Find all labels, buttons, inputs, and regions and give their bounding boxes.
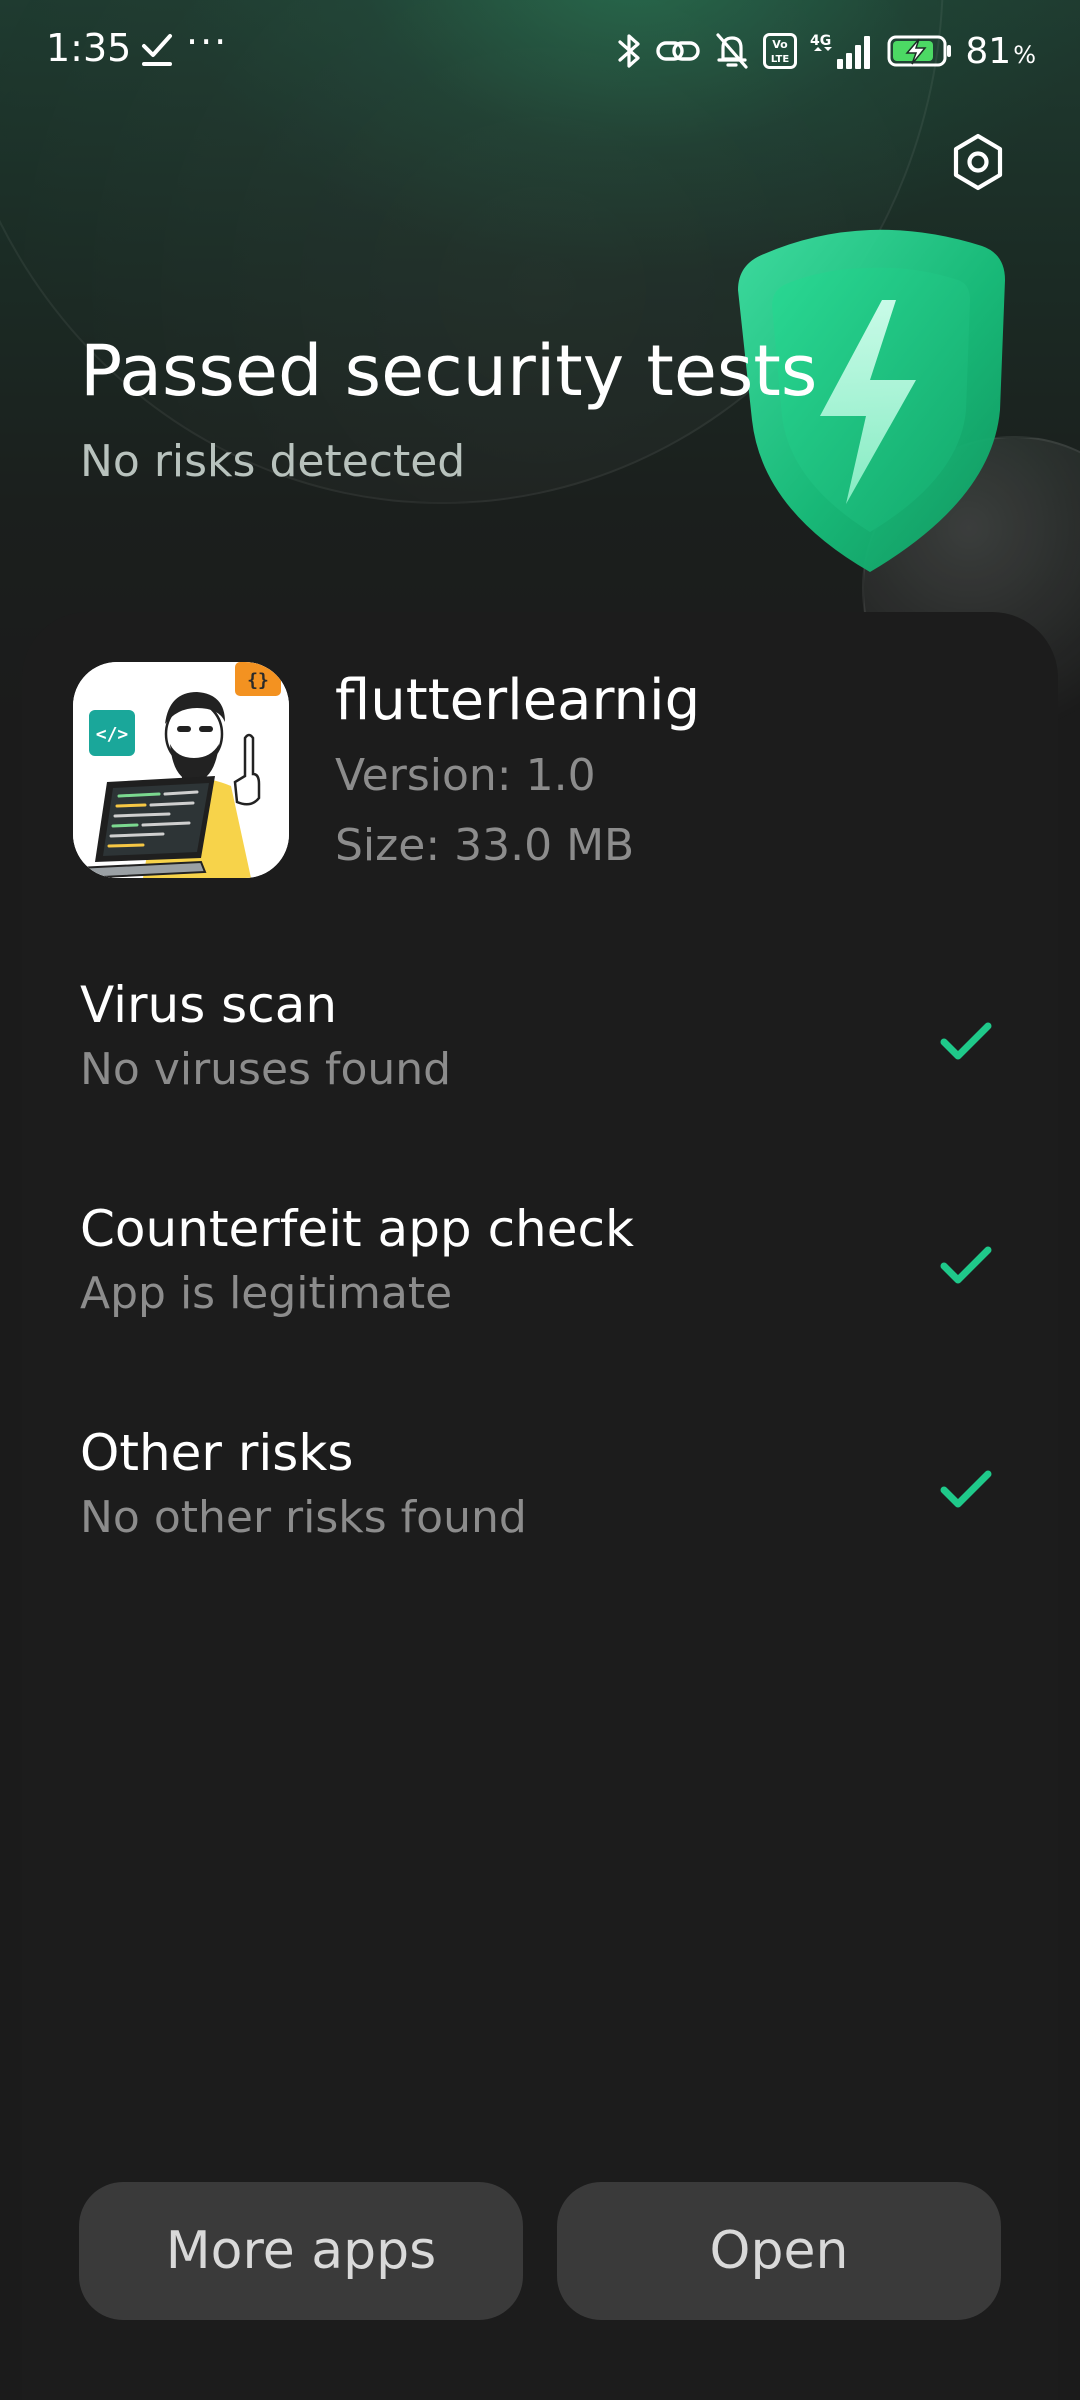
link-icon bbox=[656, 41, 701, 61]
check-title: Other risks bbox=[80, 1424, 354, 1482]
status-bar: 1:35 ··· Vo LTE 4G 81 % bbox=[0, 0, 1080, 104]
check-subtitle: No viruses found bbox=[80, 1044, 452, 1095]
svg-text:LTE: LTE bbox=[771, 54, 790, 65]
check-subtitle: No other risks found bbox=[80, 1492, 527, 1543]
check-title: Counterfeit app check bbox=[80, 1200, 634, 1258]
bluetooth-icon bbox=[618, 34, 640, 68]
app-icon: </> {} bbox=[73, 662, 289, 878]
checkmark-icon bbox=[940, 1470, 992, 1508]
settings-button[interactable] bbox=[944, 128, 1012, 196]
security-scan-screen: 1:35 ··· Vo LTE 4G 81 % Passed security … bbox=[0, 0, 1080, 2400]
check-row-other-risks: Other risks No other risks found bbox=[0, 1424, 1080, 1594]
svg-text:{}: {} bbox=[247, 670, 269, 691]
page-subtitle: No risks detected bbox=[80, 436, 466, 487]
svg-text:</>: </> bbox=[96, 724, 129, 745]
page-title: Passed security tests bbox=[80, 330, 818, 412]
checkmark-icon bbox=[940, 1022, 992, 1060]
status-icons: Vo LTE 4G 81% bbox=[617, 26, 1036, 76]
check-row-virus-scan: Virus scan No viruses found bbox=[0, 976, 1080, 1146]
checkmark-icon bbox=[940, 1246, 992, 1284]
check-subtitle: App is legitimate bbox=[80, 1268, 453, 1319]
svg-text:Vo: Vo bbox=[773, 38, 789, 51]
battery-charging-icon bbox=[887, 35, 952, 67]
bell-muted-icon bbox=[716, 33, 748, 69]
settings-hexagon-icon bbox=[953, 133, 1003, 191]
battery-percent: 81% bbox=[965, 30, 1036, 72]
app-logo-illustration-icon: </> {} bbox=[73, 662, 289, 878]
check-row-counterfeit-app: Counterfeit app check App is legitimate bbox=[0, 1200, 1080, 1370]
app-version: Version: 1.0 bbox=[335, 750, 596, 801]
app-name: flutterlearnig bbox=[335, 668, 701, 733]
svg-text:4G: 4G bbox=[810, 33, 831, 49]
check-title: Virus scan bbox=[80, 976, 338, 1034]
volte-icon: Vo LTE bbox=[763, 33, 798, 69]
open-button[interactable]: Open bbox=[557, 2182, 1001, 2320]
task-check-icon bbox=[142, 34, 172, 66]
cellular-signal-icon: 4G bbox=[810, 33, 871, 69]
more-notifications-icon: ··· bbox=[186, 20, 229, 64]
status-time: 1:35 bbox=[46, 26, 132, 70]
more-apps-button[interactable]: More apps bbox=[79, 2182, 523, 2320]
app-size: Size: 33.0 MB bbox=[335, 820, 635, 871]
